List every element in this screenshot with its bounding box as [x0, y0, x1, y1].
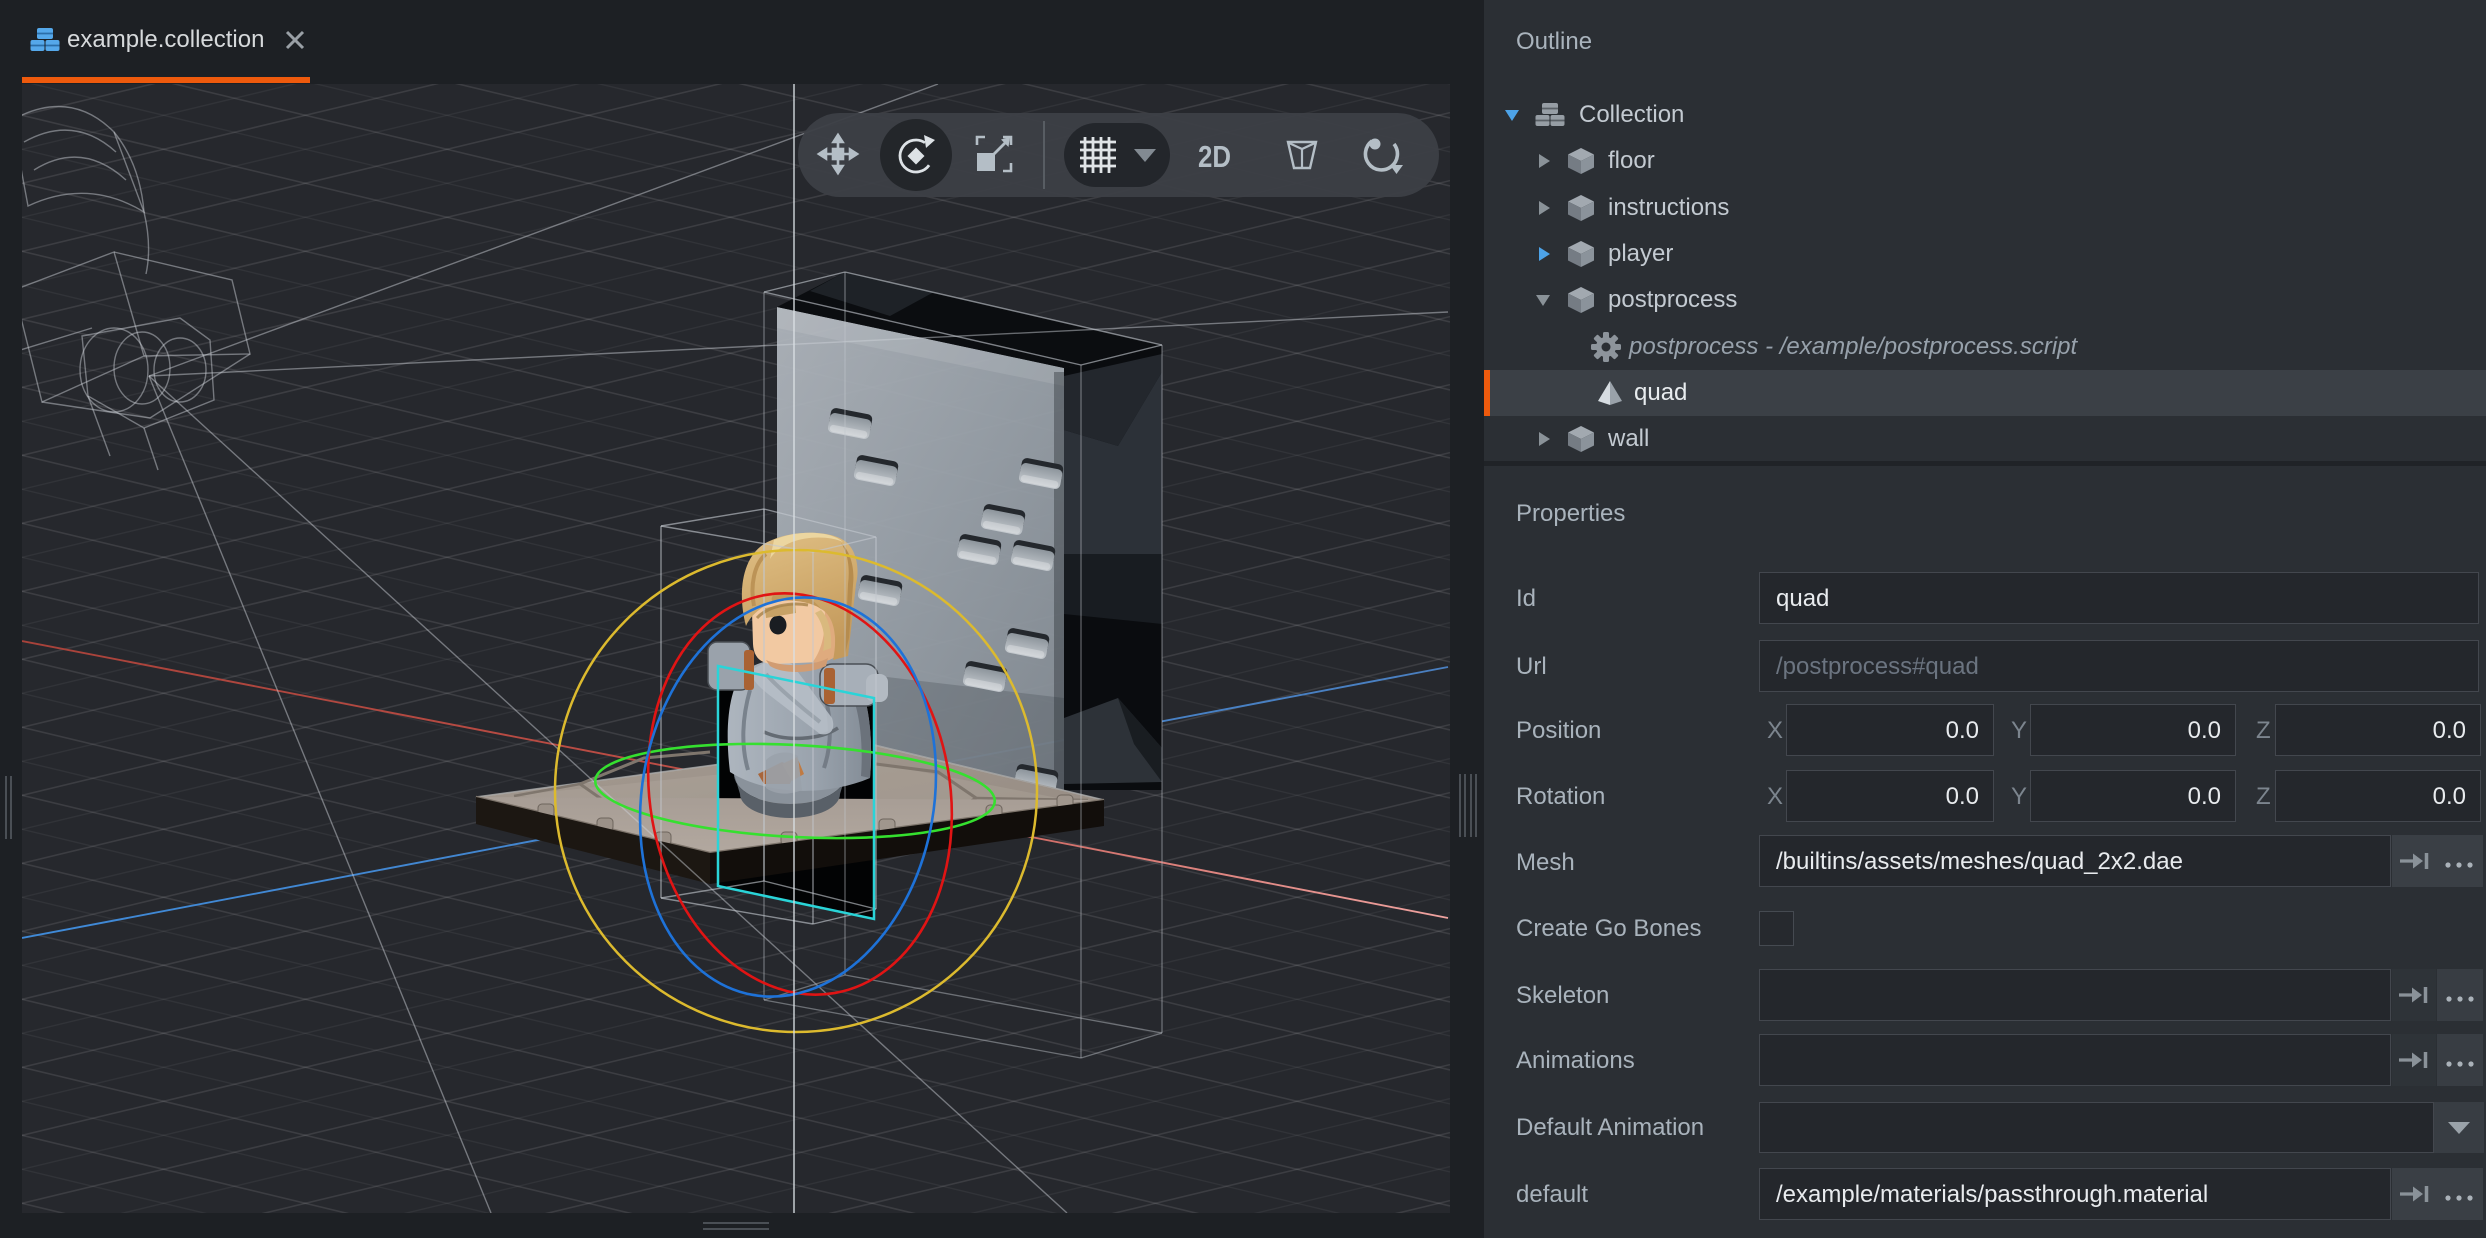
svg-text:2D: 2D — [1198, 139, 1231, 174]
